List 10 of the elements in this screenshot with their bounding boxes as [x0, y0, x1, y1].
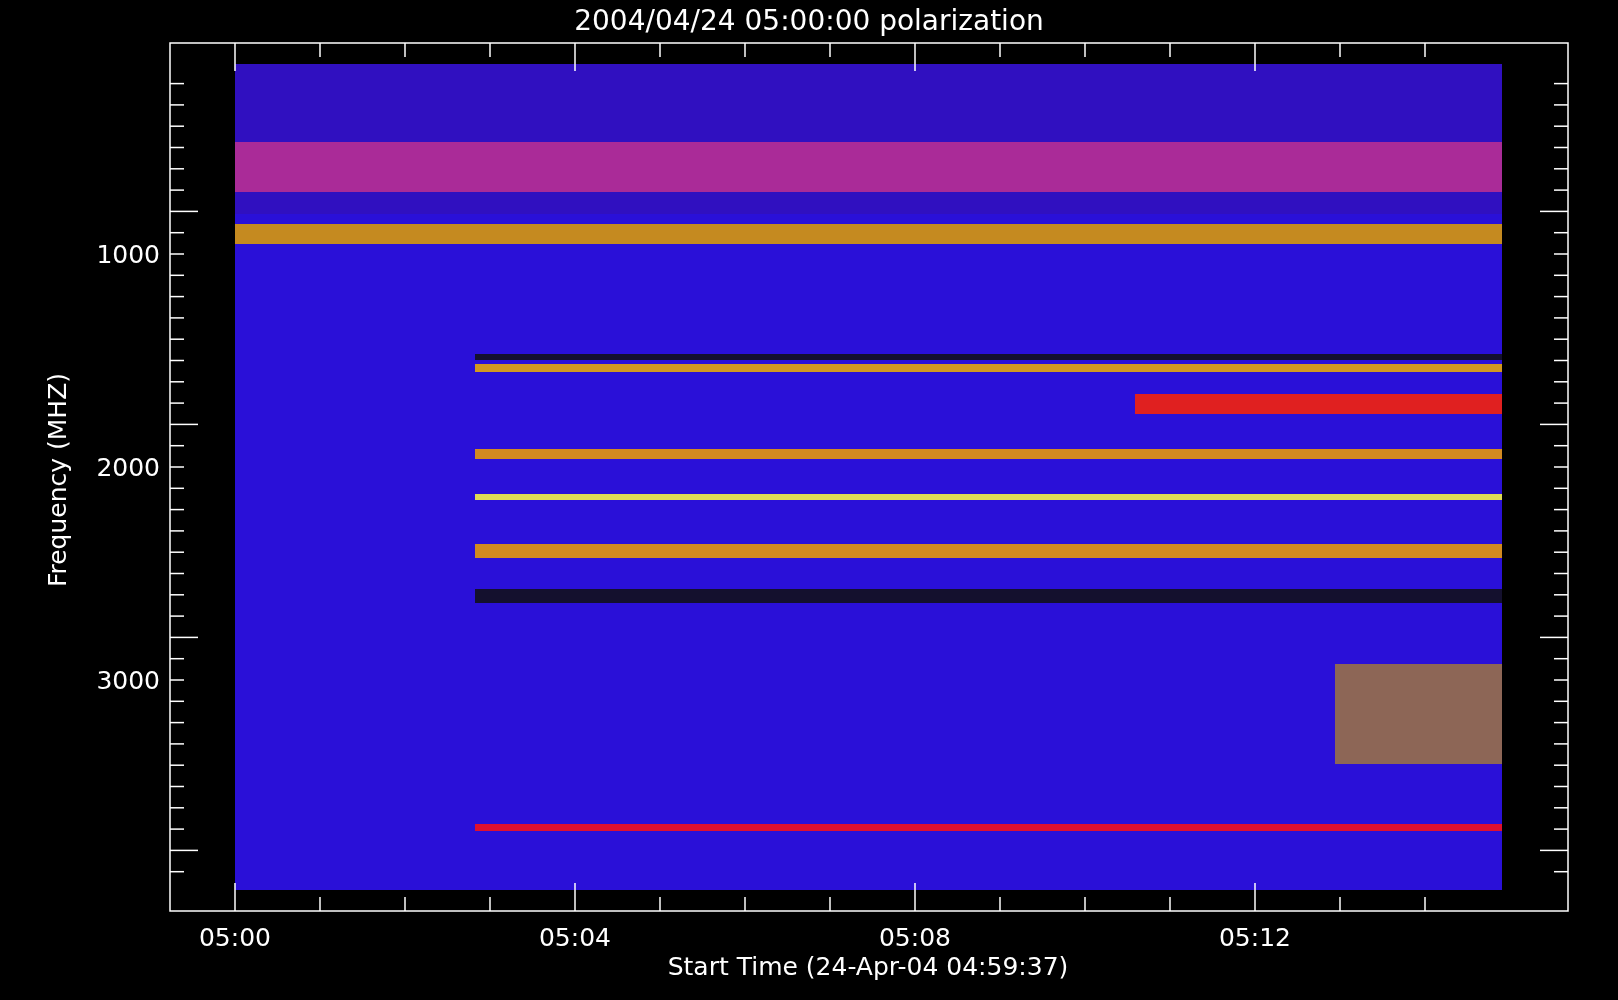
plot-title: 2004/04/24 05:00:00 polarization	[574, 4, 1044, 37]
y-tick-label: 1000	[96, 240, 160, 269]
x-tick-label: 05:12	[1219, 923, 1291, 952]
x-tick-label: 05:08	[879, 923, 951, 952]
x-axis-label: Start Time (24-Apr-04 04:59:37)	[667, 952, 1069, 981]
y-tick-label: 2000	[96, 453, 160, 482]
x-tick-label: 05:00	[199, 923, 271, 952]
x-tick-label: 05:04	[539, 923, 611, 952]
y-axis-label: Frequency (MHZ)	[43, 372, 72, 588]
y-tick-label: 3000	[96, 666, 160, 695]
